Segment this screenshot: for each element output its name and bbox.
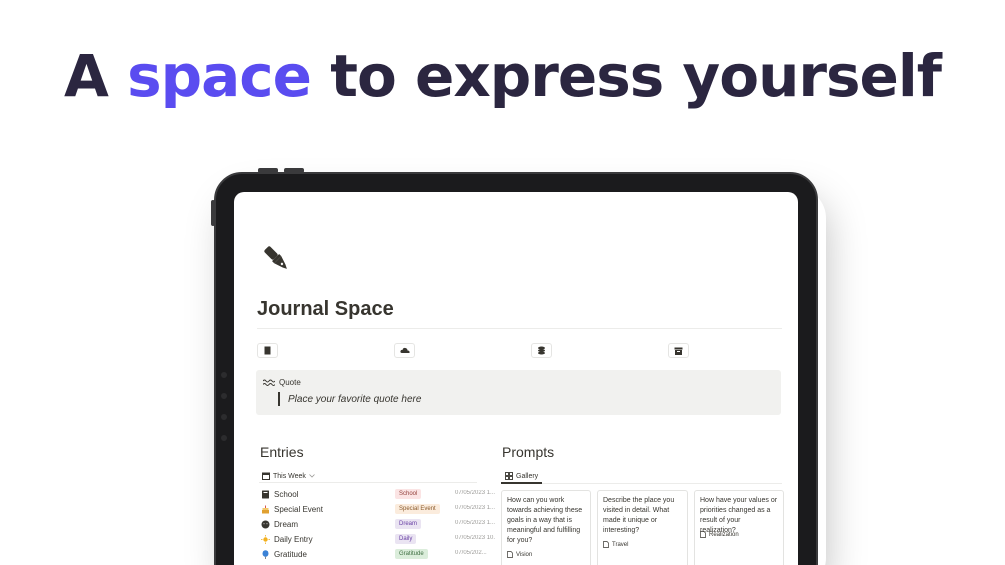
prompt-tag-label: Vision [516,551,533,558]
entry-name: Special Event [274,505,323,514]
tablet-screen: Journal Space Quote Place your favorite … [234,192,798,565]
quote-bar [278,392,280,406]
tablet-side-button [211,200,215,226]
entry-row[interactable]: Daily Entry Daily 07/05/2023 10... [259,533,495,547]
prompt-card[interactable]: How can you work towards achieving these… [501,490,591,565]
cloud-link-button[interactable] [394,343,415,358]
prompt-tag: Vision [507,551,532,558]
entry-tag: Gratitude [395,549,428,559]
entry-row[interactable]: Special Event Special Event 07/05/2023 1… [259,503,495,517]
entry-name: Gratitude [274,550,307,559]
page-icon [700,531,706,538]
stack-link-button[interactable] [531,343,552,358]
balloon-icon [262,550,269,559]
chevron-down-icon [309,474,315,478]
page-icon [264,346,271,355]
prompt-text: How can you work towards achieving these… [507,497,583,544]
entry-row[interactable]: School School 07/05/2023 1... [259,488,495,502]
entry-name: Dream [274,520,299,529]
entry-tag: Special Event [395,504,440,514]
this-week-view-tab[interactable]: This Week [262,469,315,483]
cake-icon [262,505,269,514]
book-icon [262,490,269,499]
active-tab-underline [501,482,542,484]
entries-title: Entries [260,444,304,460]
entry-name: School [274,490,299,499]
archive-icon [674,347,683,355]
tablet-sensor [221,393,227,399]
prompt-tag: Realization [700,531,739,538]
calendar-icon [262,472,270,480]
entry-row[interactable]: Dream Dream 07/05/2023 1... [259,518,495,532]
entry-date: 07/05/202... [455,550,487,556]
headline-part-1: A [64,42,128,110]
prompt-text: How have your values or priorities chang… [700,497,778,534]
callout-label: Quote [279,378,301,387]
page-icon [603,541,609,548]
entry-tag: Daily [395,534,417,544]
prompt-tag-label: Realization [709,531,739,538]
quick-links [257,343,782,359]
divider [259,482,477,483]
view-tab-label: Gallery [516,472,539,480]
page-icon [507,551,513,558]
sun-icon [261,535,270,544]
prompt-tag-label: Travel [612,541,629,548]
prompt-tag: Travel [603,541,628,548]
view-tab-label: This Week [273,472,306,480]
tablet-sensor [221,414,227,420]
headline: A space to express yourself [0,42,1005,110]
archive-link-button[interactable] [668,343,689,358]
entry-tag: Dream [395,519,422,529]
entry-name: Daily Entry [274,535,313,544]
prompt-card[interactable]: Describe the place you visited in detail… [597,490,688,565]
stack-icon [538,346,545,355]
entry-date: 07/05/2023 1... [455,490,495,496]
entry-tag: School [395,489,422,499]
quote-text[interactable]: Place your favorite quote here [288,394,421,405]
divider [257,328,782,329]
headline-accent: space [127,42,312,110]
waves-icon [263,379,275,386]
tablet-sensor [221,372,227,378]
prompt-card[interactable]: How have your values or priorities chang… [694,490,784,565]
page-link-button[interactable] [257,343,278,358]
entry-date: 07/05/2023 1... [455,520,495,526]
prompts-title: Prompts [502,444,555,460]
gallery-icon [505,472,513,480]
fountain-pen-icon [264,246,287,269]
cloud-icon [399,347,410,353]
prompt-text: Describe the place you visited in detail… [603,497,675,534]
entry-date: 07/05/2023 10... [455,535,495,541]
entry-row[interactable]: Gratitude Gratitude 07/05/202... [259,548,487,562]
gallery-view-tab[interactable]: Gallery [505,469,538,483]
quote-callout: Quote Place your favorite quote here [256,370,781,415]
divider [501,483,782,484]
page-title: Journal Space [257,298,394,320]
tablet-sensor [221,435,227,441]
headline-part-2: to express yourself [311,42,942,110]
entry-date: 07/05/2023 1... [455,505,495,511]
sleep-icon [261,520,270,529]
